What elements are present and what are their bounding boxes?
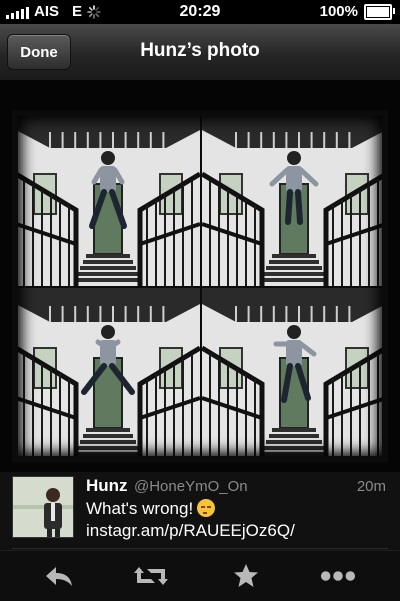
unamused-face-emoji xyxy=(197,499,216,517)
divider xyxy=(12,548,388,549)
tweet-row[interactable]: Hunz @HoneYmO_On 20m What's wrong! insta… xyxy=(0,472,400,550)
tweet-author-handle[interactable]: @HoneYmO_On xyxy=(134,478,248,495)
tweet-text: What's wrong! xyxy=(86,499,216,519)
status-right: 100% xyxy=(319,3,395,20)
photo-panel-1 xyxy=(16,114,200,286)
avatar-image xyxy=(13,477,73,537)
photo-panel-4 xyxy=(202,288,386,460)
tweet-link[interactable]: instagr.am/p/RAUEEjOz6Q/ xyxy=(86,521,295,541)
tweet-timestamp: 20m xyxy=(356,478,386,495)
photo-viewer[interactable] xyxy=(0,80,400,472)
collage-photo[interactable] xyxy=(12,110,388,462)
retweet-button[interactable] xyxy=(133,561,169,591)
reply-button[interactable] xyxy=(41,561,77,591)
favorite-star-icon xyxy=(234,564,258,587)
stairway-scene xyxy=(202,114,386,286)
photo-panel-2 xyxy=(202,114,386,286)
navigation-bar: Done Hunz’s photo xyxy=(0,24,400,81)
retweet-icon xyxy=(134,567,168,585)
battery-percent: 100% xyxy=(319,3,358,20)
battery-fill xyxy=(367,6,389,17)
tweet-body: What's wrong! xyxy=(86,499,194,518)
favorite-button[interactable] xyxy=(228,561,264,591)
tweet-author-name[interactable]: Hunz xyxy=(86,476,128,496)
status-bar: AIS E 20:29 100% xyxy=(0,0,400,24)
photo-panel-3 xyxy=(16,288,200,460)
done-button[interactable]: Done xyxy=(7,34,71,70)
bottom-toolbar xyxy=(0,550,400,601)
battery-icon xyxy=(364,3,395,20)
more-button[interactable] xyxy=(320,561,356,591)
reply-icon xyxy=(46,567,72,586)
more-icon xyxy=(320,571,356,581)
stairway-scene xyxy=(16,114,200,286)
stairway-scene xyxy=(202,288,386,460)
page-title: Hunz’s photo xyxy=(140,40,260,61)
stairway-scene xyxy=(16,288,200,460)
avatar[interactable] xyxy=(12,476,74,538)
